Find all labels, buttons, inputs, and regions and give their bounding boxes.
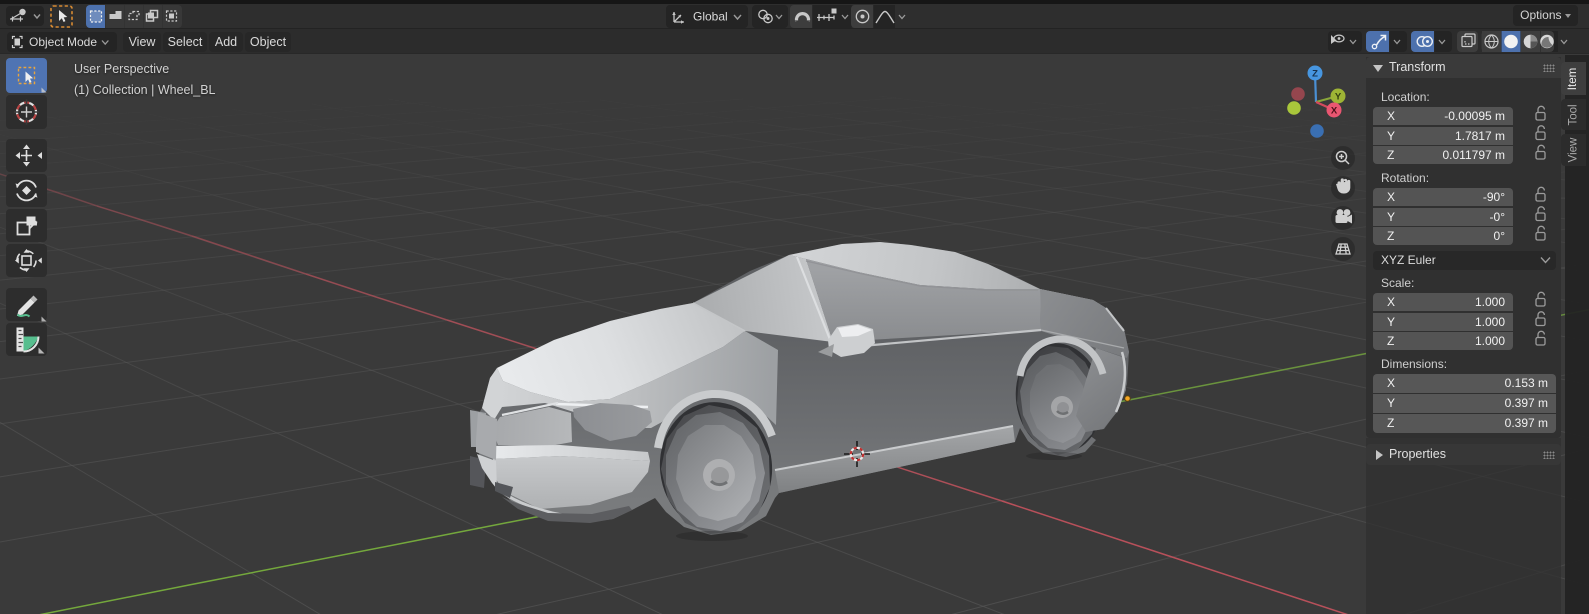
svg-text:Global: Global — [693, 10, 728, 24]
svg-text:X: X — [1331, 106, 1338, 117]
svg-text:Object Mode: Object Mode — [29, 35, 97, 49]
svg-text:Y: Y — [1335, 92, 1342, 103]
svg-text:Z: Z — [1312, 69, 1318, 80]
